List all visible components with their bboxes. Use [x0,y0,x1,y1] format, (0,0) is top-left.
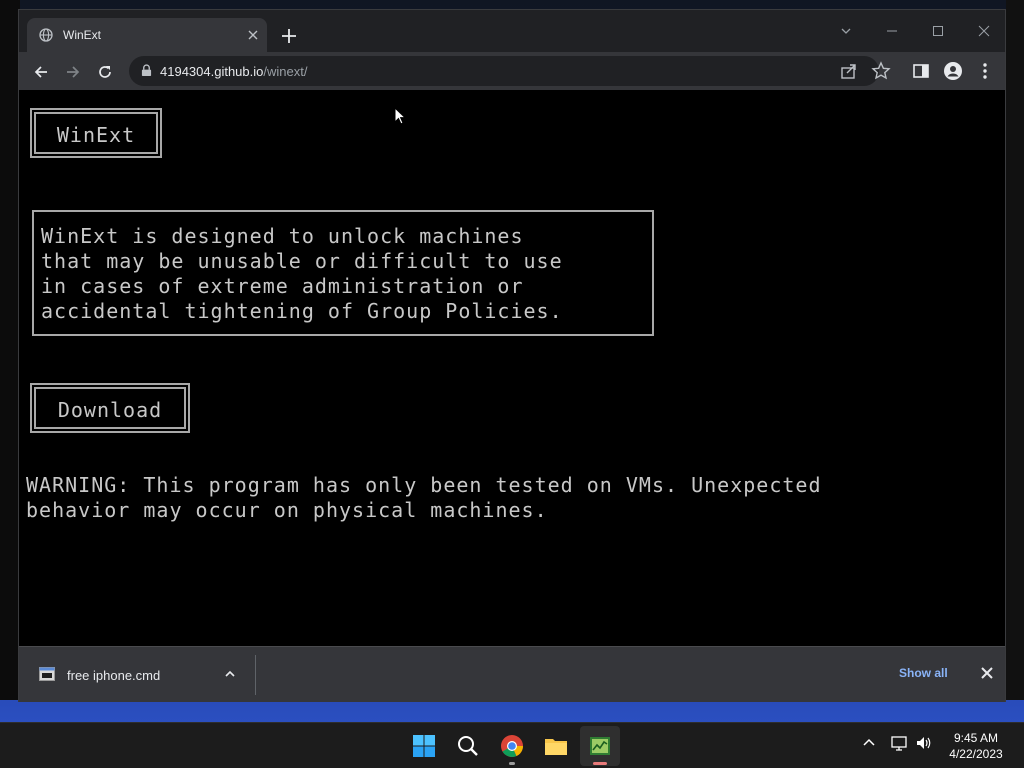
menu-kebab-icon[interactable] [975,61,995,81]
address-bar[interactable]: 4194304.github.io/winext/ [129,56,879,86]
show-all-link[interactable]: Show all [899,666,948,680]
description-box: WinExt is designed to unlock machines th… [32,210,654,336]
close-shelf-icon[interactable] [979,665,995,681]
maximize-icon[interactable] [915,16,961,46]
chrome-icon[interactable] [492,726,532,766]
close-window-icon[interactable] [961,16,1007,46]
background-window-left [0,0,20,700]
winext-title-button[interactable]: WinExt [30,108,162,158]
file-explorer-icon[interactable] [536,726,576,766]
download-file-name: free iphone.cmd [67,668,161,683]
winext-title-label: WinExt [56,123,136,147]
background-window-right [1006,0,1024,700]
description-text: WinExt is designed to unlock machines th… [41,224,563,323]
clock-time: 9:45 AM [953,731,999,745]
warning-text: WARNING: This program has only been test… [26,473,822,522]
profile-icon[interactable] [943,61,963,81]
tab-title: WinExt [63,28,102,42]
back-arrow-icon[interactable] [27,58,55,86]
download-shelf: free iphone.cmd Show all [19,646,1005,702]
system-clock[interactable]: 9:45 AM 4/22/2023 [936,730,1016,762]
side-panel-icon[interactable] [911,61,931,81]
new-tab-plus-icon[interactable] [277,24,301,48]
tab-strip: WinExt [19,10,1005,52]
download-button[interactable]: Download [30,383,190,433]
page-viewport: WinExt WinExt is designed to unlock mach… [19,90,1005,646]
taskbar: 9:45 AM 4/22/2023 [0,722,1024,768]
start-windows-icon[interactable] [404,726,444,766]
cmd-file-icon [39,667,55,681]
clock-date: 4/22/2023 [949,747,1003,761]
url-path: /winext/ [263,64,308,79]
lock-icon[interactable] [141,64,152,77]
network-icon[interactable] [891,735,909,751]
chevron-up-tray-icon[interactable] [862,735,876,749]
download-item[interactable]: free iphone.cmd [19,647,255,703]
browser-window: WinExt 4194304.github.io/winext/ WinExt … [18,9,1006,702]
download-button-label: Download [57,398,163,422]
tab-search-chevron-icon[interactable] [823,16,869,46]
minimize-icon[interactable] [869,16,915,46]
tab-close-icon[interactable] [243,25,263,45]
task-manager-running-indicator [593,762,607,765]
search-icon[interactable] [448,726,488,766]
shelf-divider [255,655,256,695]
browser-toolbar: 4194304.github.io/winext/ [19,52,1005,90]
url-host: 4194304.github.io [160,64,264,79]
chrome-running-indicator [509,762,515,765]
chevron-up-icon[interactable] [223,667,237,681]
share-icon[interactable] [839,61,859,81]
bookmark-star-icon[interactable] [871,61,891,81]
tab-winext[interactable]: WinExt [27,18,267,52]
mouse-cursor-icon [394,107,406,125]
reload-icon[interactable] [91,58,119,86]
forward-arrow-icon[interactable] [59,58,87,86]
volume-icon[interactable] [915,735,933,751]
task-manager-icon[interactable] [580,726,620,766]
globe-icon [39,28,53,42]
url-text: 4194304.github.io/winext/ [160,64,307,79]
